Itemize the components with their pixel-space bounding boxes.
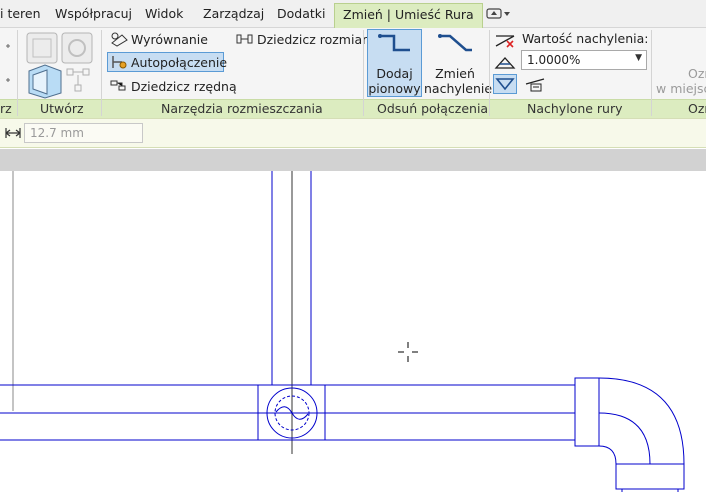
create-tools-icons[interactable] bbox=[25, 31, 95, 99]
change-slope-icon bbox=[438, 34, 472, 52]
model-in-place-icon[interactable] bbox=[61, 32, 93, 64]
panel-divider bbox=[363, 30, 364, 116]
panel-divider bbox=[101, 30, 102, 116]
add-vertical-icon bbox=[378, 34, 410, 52]
offset-value: 12.7 mm bbox=[30, 126, 84, 140]
slope-value-select[interactable]: 1.0000% ▼ bbox=[521, 50, 647, 70]
slope-up-icon[interactable] bbox=[494, 54, 516, 72]
panel-divider bbox=[17, 30, 18, 116]
add-vertical-label-2: pionowy bbox=[368, 81, 421, 96]
slope-inspector-icon[interactable] bbox=[524, 75, 546, 93]
elbow-inner-arc bbox=[598, 445, 617, 465]
dropdown-arrow-icon bbox=[486, 8, 510, 19]
inherit-size-button[interactable]: Dziedzicz rozmiar bbox=[257, 32, 367, 47]
panel-title-sloped-pipes: Nachylone rury bbox=[527, 101, 623, 116]
justify-icon bbox=[111, 32, 128, 47]
quick-access-dropdown[interactable] bbox=[486, 7, 512, 21]
tag-on-placement-line1[interactable]: Ozn bbox=[688, 66, 706, 81]
panel-divider bbox=[489, 30, 490, 116]
inherit-elevation-icon bbox=[110, 80, 126, 91]
justify-button[interactable]: Wyrównanie bbox=[131, 32, 208, 47]
add-vertical-label-1: Dodaj bbox=[376, 66, 413, 81]
pipe-lines bbox=[0, 171, 685, 492]
change-slope-label-1[interactable]: Zmień bbox=[424, 66, 486, 81]
cursor-crosshair-icon bbox=[398, 342, 418, 362]
parts-icon[interactable] bbox=[28, 64, 62, 99]
drawing-canvas[interactable] bbox=[0, 171, 706, 492]
change-slope-label-2[interactable]: nachylenie bbox=[424, 81, 492, 96]
tag-on-placement-line2[interactable]: w miejscu bbox=[656, 81, 706, 96]
tab-site[interactable]: i teren bbox=[0, 5, 41, 25]
panel-divider bbox=[651, 30, 652, 116]
chevron-down-icon: ▼ bbox=[635, 53, 642, 63]
slope-down-icon bbox=[495, 78, 515, 91]
connector-icon[interactable] bbox=[66, 68, 90, 92]
autoconnect-label: Autopołączenie bbox=[131, 55, 228, 70]
ribbon-tab-bar: i teren Współpracuj Widok Zarządzaj Doda… bbox=[0, 0, 706, 28]
offset-icon bbox=[5, 128, 21, 138]
autoconnect-icon bbox=[112, 56, 127, 69]
inherit-elevation-button[interactable]: Dziedzicz rzędną bbox=[131, 79, 237, 94]
offset-input[interactable]: 12.7 mm bbox=[24, 123, 143, 143]
view-tab-strip bbox=[0, 149, 706, 171]
tab-addins[interactable]: Dodatki bbox=[277, 5, 325, 25]
slope-off-icon[interactable] bbox=[494, 32, 516, 50]
panel-title-offset-connections: Odsuń połączenia bbox=[377, 101, 489, 116]
tab-view[interactable]: Widok bbox=[145, 5, 183, 25]
coupling-fitting bbox=[574, 377, 600, 447]
component-icon[interactable] bbox=[26, 32, 58, 64]
tab-manage[interactable]: Zarządzaj bbox=[203, 5, 264, 25]
panel-title-left-partial: rz bbox=[0, 101, 12, 116]
panel-title-placement-tools: Narzędzia rozmieszczania bbox=[161, 101, 323, 116]
left-partial-tool-icons[interactable] bbox=[0, 36, 16, 96]
tab-collaborate[interactable]: Współpracuj bbox=[55, 5, 132, 25]
elbow-end-fitting bbox=[615, 463, 685, 490]
slope-value-text: 1.0000% bbox=[527, 53, 581, 67]
inherit-size-icon bbox=[236, 34, 253, 44]
tab-modify-place-pipe[interactable]: Zmień | Umieść Rura bbox=[334, 3, 483, 28]
panel-title-create: Utwórz bbox=[40, 101, 84, 116]
pipe-drawing[interactable] bbox=[0, 171, 706, 492]
panel-title-tag-partial: Ozn bbox=[688, 101, 706, 116]
elbow-centerline bbox=[598, 412, 651, 465]
slope-value-label: Wartość nachylenia: bbox=[522, 31, 649, 46]
